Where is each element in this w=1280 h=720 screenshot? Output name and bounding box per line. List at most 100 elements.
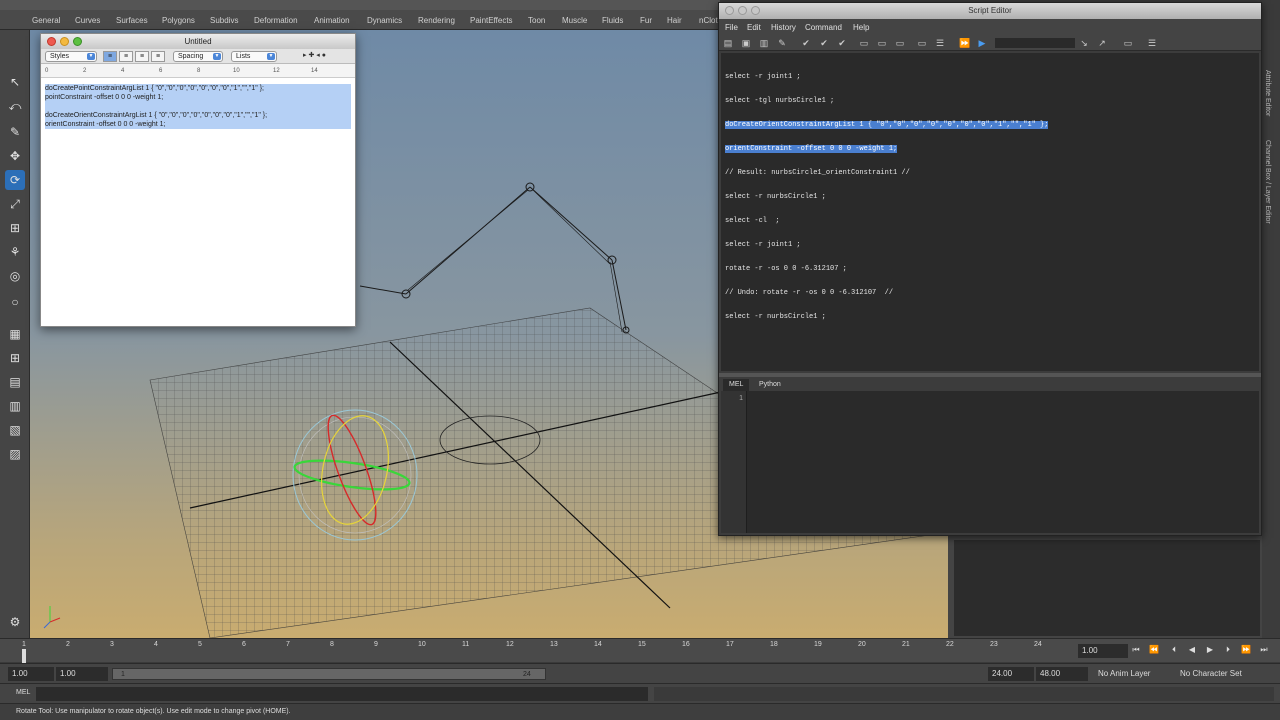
align-justify-button[interactable]: ≡ — [135, 51, 149, 62]
shelf-tab-curves[interactable]: Curves — [75, 16, 100, 25]
universal-manip-icon[interactable]: ⊞ — [5, 218, 25, 238]
shelf-tab-fluids[interactable]: Fluids — [602, 16, 623, 25]
close-button[interactable] — [725, 6, 734, 15]
layout-outliner-icon[interactable]: ▧ — [5, 420, 25, 440]
text-body[interactable]: doCreatePointConstraintArgList 1 { "0","… — [41, 78, 355, 326]
shelf-tab-subdivs[interactable]: Subdivs — [210, 16, 238, 25]
shelf-tab-surfaces[interactable]: Surfaces — [116, 16, 148, 25]
execute-icon[interactable]: ▶ — [977, 38, 987, 48]
scale-tool-icon[interactable]: ⤢ — [5, 194, 25, 214]
soft-mod-icon[interactable]: ⚘ — [5, 242, 25, 262]
go-to-end-icon[interactable]: ⏭ — [1258, 644, 1270, 656]
search-field[interactable] — [995, 38, 1075, 48]
current-time-marker[interactable] — [22, 649, 26, 663]
options-icon[interactable]: ☰ — [1147, 38, 1157, 48]
stack-trace-icon[interactable]: ✔ — [837, 38, 847, 48]
play-forward-icon[interactable]: ▶ — [1204, 644, 1216, 656]
shelf-tab-muscle[interactable]: Muscle — [562, 16, 587, 25]
step-forward-key-icon[interactable]: ⏩ — [1240, 644, 1252, 656]
align-right-button[interactable]: ≡ — [151, 51, 165, 62]
menu-history[interactable]: History — [771, 23, 796, 32]
align-center-button[interactable]: ≡ — [119, 51, 133, 62]
layout-hypershade-icon[interactable]: ▨ — [5, 444, 25, 464]
step-back-key-icon[interactable]: ⏪ — [1148, 644, 1160, 656]
styles-dropdown[interactable]: Styles ▼ — [45, 51, 97, 62]
shelf-tab-rendering[interactable]: Rendering — [418, 16, 455, 25]
tab-attribute-editor[interactable]: Attribute Editor — [1264, 70, 1271, 116]
minimize-button[interactable] — [60, 37, 69, 46]
shelf-tab-deformation[interactable]: Deformation — [254, 16, 298, 25]
goto-line-icon[interactable]: ▭ — [1123, 38, 1133, 48]
bottom-tool-icon[interactable]: ⚙ — [5, 612, 25, 632]
search-up-icon[interactable]: ↗ — [1097, 38, 1107, 48]
end-time-field[interactable]: 48.00 — [1036, 667, 1088, 681]
menu-help[interactable]: Help — [853, 23, 869, 32]
anim-layer-dropdown[interactable]: No Anim Layer — [1098, 669, 1150, 678]
script-input-pane[interactable]: 1 — [721, 391, 1259, 533]
menu-command[interactable]: Command — [805, 23, 842, 32]
text-window-titlebar[interactable]: Untitled — [41, 34, 355, 49]
echo-all-icon[interactable]: ✔ — [801, 38, 811, 48]
menu-file[interactable]: File — [725, 23, 738, 32]
shelf-tab-general[interactable]: General — [32, 16, 60, 25]
align-left-button[interactable]: ≡ — [103, 51, 117, 62]
go-to-start-icon[interactable]: ⏮ — [1130, 644, 1142, 656]
shelf-tab-hair[interactable]: Hair — [667, 16, 682, 25]
rotate-tool-icon[interactable]: ⟳ — [5, 170, 25, 190]
tab-stops-icon[interactable]: ▸ ✚ ◂ ● — [303, 51, 326, 59]
shelf-tab-painteffects[interactable]: PaintEffects — [470, 16, 513, 25]
close-button[interactable] — [47, 37, 56, 46]
layout-side-icon[interactable]: ▤ — [5, 372, 25, 392]
paint-select-tool-icon[interactable]: ✎ — [5, 122, 25, 142]
save-to-shelf-icon[interactable]: ✎ — [777, 38, 787, 48]
spacing-dropdown[interactable]: Spacing ▼ — [173, 51, 223, 62]
show-line-numbers-icon[interactable]: ✔ — [819, 38, 829, 48]
clear-input-icon[interactable]: ▭ — [877, 38, 887, 48]
playback-end-field[interactable]: 24.00 — [988, 667, 1034, 681]
range-bar[interactable]: 1 24 — [112, 668, 546, 680]
last-tool-icon[interactable]: ○ — [5, 292, 25, 312]
source-script-icon[interactable]: ▣ — [741, 38, 751, 48]
lists-dropdown[interactable]: Lists ▼ — [231, 51, 277, 62]
select-tool-icon[interactable]: ↖ — [5, 72, 25, 92]
save-script-icon[interactable]: ▥ — [759, 38, 769, 48]
play-backward-icon[interactable]: ◀ — [1186, 644, 1198, 656]
clear-all-icon[interactable]: ▭ — [895, 38, 905, 48]
search-down-icon[interactable]: ↘ — [1079, 38, 1089, 48]
lasso-tool-icon[interactable]: ⤺ — [5, 96, 25, 116]
open-script-icon[interactable]: ▤ — [723, 38, 733, 48]
step-forward-frame-icon[interactable]: ⏵ — [1222, 644, 1234, 656]
shelf-tab-toon[interactable]: Toon — [528, 16, 545, 25]
character-set-dropdown[interactable]: No Character Set — [1180, 669, 1242, 678]
minimize-button[interactable] — [738, 6, 747, 15]
playback-start-field[interactable]: 1.00 — [56, 667, 108, 681]
layout-single-icon[interactable]: ▦ — [5, 324, 25, 344]
layout-graph-icon[interactable]: ▥ — [5, 396, 25, 416]
clear-history-icon[interactable]: ▭ — [859, 38, 869, 48]
move-tool-icon[interactable]: ✥ — [5, 146, 25, 166]
show-manip-icon[interactable]: ◎ — [5, 266, 25, 286]
zoom-button[interactable] — [73, 37, 82, 46]
shelf-tab-polygons[interactable]: Polygons — [162, 16, 195, 25]
shelf-tab-dynamics[interactable]: Dynamics — [367, 16, 402, 25]
command-language-label[interactable]: MEL — [16, 689, 30, 696]
zoom-button[interactable] — [751, 6, 760, 15]
start-time-field[interactable]: 1.00 — [8, 667, 54, 681]
shelf-tab-animation[interactable]: Animation — [314, 16, 350, 25]
menu-edit[interactable]: Edit — [747, 23, 761, 32]
step-back-frame-icon[interactable]: ⏴ — [1168, 644, 1180, 656]
tab-python[interactable]: Python — [753, 379, 787, 391]
show-input-icon[interactable]: ☰ — [935, 38, 945, 48]
command-input[interactable] — [36, 687, 648, 701]
script-history-pane[interactable]: select -r joint1 ; select -tgl nurbsCirc… — [721, 53, 1259, 371]
tick-area: 1 2 3 4 5 6 7 8 9 10 11 12 13 14 15 16 1… — [20, 639, 1072, 663]
pane-divider[interactable] — [719, 373, 1261, 377]
execute-all-icon[interactable]: ⏩ — [959, 38, 970, 48]
shelf-tab-fur[interactable]: Fur — [640, 16, 652, 25]
script-editor-titlebar[interactable]: Script Editor — [719, 3, 1261, 19]
text-ruler[interactable]: 0 2 4 6 8 10 12 14 — [41, 64, 355, 78]
tab-channel-box[interactable]: Channel Box / Layer Editor — [1264, 140, 1271, 224]
layout-four-icon[interactable]: ⊞ — [5, 348, 25, 368]
show-history-icon[interactable]: ▭ — [917, 38, 927, 48]
tab-mel[interactable]: MEL — [723, 379, 750, 391]
